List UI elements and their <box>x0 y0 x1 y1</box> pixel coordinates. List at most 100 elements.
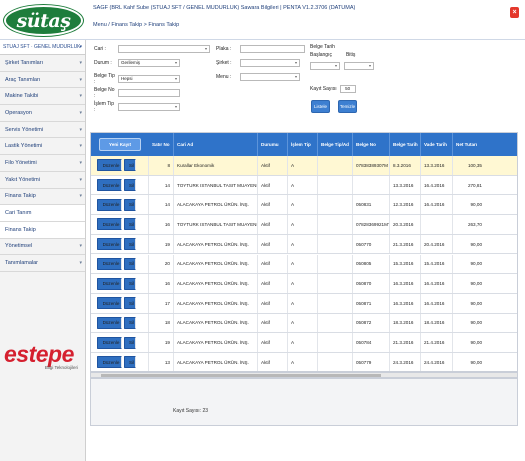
table-row[interactable]: Düzenle Sil 19 ALACAKAYA PETROL ÜRÜN. İNŞ. A… <box>91 234 517 255</box>
delete-icon[interactable]: Sil <box>124 159 136 172</box>
plaka-label: Plaka : <box>216 46 232 52</box>
new-record-button[interactable]: Yeni Kayıt <box>99 138 141 151</box>
chevron-down-icon: ▾ <box>79 243 82 250</box>
row-actions: Düzenle Sil <box>91 156 149 175</box>
table-row[interactable]: Düzenle Sil 19 ALACAKAYA PETROL ÜRÜN. İNŞ. A… <box>91 333 517 353</box>
cell-cari-ad: ALACAKAYA PETROL ÜRÜN. İNŞ. <box>174 254 258 274</box>
cell-net-tutari: 90,00 <box>470 320 483 326</box>
col-net-tutari[interactable]: Net Tutarı <box>453 133 485 156</box>
delete-icon[interactable]: Sil <box>124 297 136 310</box>
estepe-logo: estepe Bilgi Teknolojileri <box>4 343 82 371</box>
edit-button[interactable]: Düzenle <box>97 356 122 369</box>
kayit-sayisi-input[interactable]: 50 <box>339 85 356 93</box>
sidebar-subitem-cari-tanim[interactable]: Cari Tanım <box>0 205 85 222</box>
col-durumu[interactable]: Durumu <box>258 133 288 156</box>
edit-button[interactable]: Düzenle <box>97 218 122 231</box>
sidebar-item-yakit-yonetimi[interactable]: Yakıt Yönetimi ▾ <box>0 172 85 189</box>
calendar-icon: ▾ <box>334 63 337 68</box>
listele-button[interactable]: Listele <box>311 100 330 113</box>
islem-tip-select[interactable]: ▾ <box>118 103 180 111</box>
sidebar-item-yonetimsel[interactable]: Yönetimsel ▾ <box>0 239 85 256</box>
baslangic-date-input[interactable]: ▾ <box>310 62 340 70</box>
sutas-logo[interactable]: sütaş <box>4 5 83 36</box>
table-row[interactable]: Düzenle Sil 17 ALACAKAYA PETROL ÜRÜN. İNŞ. A… <box>91 293 517 314</box>
delete-icon[interactable]: Sil <box>124 179 136 192</box>
close-icon[interactable]: × <box>510 7 519 18</box>
col-belge-tarih[interactable]: Belge Tarih <box>390 133 421 156</box>
cell-satir-no: 19 <box>149 333 174 352</box>
cell-satir-no: 14 <box>149 175 174 195</box>
sirket-select[interactable]: ▾ <box>240 59 300 67</box>
sidebar-user[interactable]: STUAJ SFT · GENEL MUDURLUK ▾ <box>0 40 85 55</box>
sidebar-item-operasyon[interactable]: Operasyon ▾ <box>0 105 85 122</box>
edit-button[interactable]: Düzenle <box>97 297 122 310</box>
plaka-input[interactable] <box>240 45 305 53</box>
results-grid: Yeni Kayıt Satır No Cari Ad Durumu İşlem… <box>90 132 518 372</box>
edit-button[interactable]: Düzenle <box>97 198 122 211</box>
edit-button[interactable]: Düzenle <box>97 316 122 329</box>
table-row[interactable]: Düzenle Sil 16 ALACAKAYA PETROL ÜRÜN. İNŞ. A… <box>91 274 517 294</box>
date-range-labels: Başlangıç Bitiş <box>310 52 355 58</box>
table-row[interactable]: Düzenle Sil 14 TOYTURK ISTANBUL TASIT MUAYE… <box>91 175 517 196</box>
edit-button[interactable]: Düzenle <box>97 336 122 349</box>
sidebar-item-finans-takip[interactable]: Finans Takip ▾ <box>0 189 85 206</box>
table-row[interactable]: Düzenle Sil 18 ALACAKAYA PETROL ÜRÜN. İNŞ. A… <box>91 313 517 334</box>
table-row[interactable]: Düzenle Sil 14 ALACAKAYA PETROL ÜRÜN. İNŞ. A… <box>91 195 517 216</box>
durum-select[interactable]: Gerilemiş ▾ <box>118 59 180 67</box>
table-row[interactable]: Düzenle Sil 8 Kurallar Ekonomik Aktif A 078383… <box>91 156 517 176</box>
sidebar-item-label: Finans Takip <box>5 226 36 233</box>
table-row[interactable]: Düzenle Sil 20 ALACAKAYA PETROL ÜRÜN. İNŞ. A… <box>91 254 517 275</box>
belge-no-input[interactable] <box>118 89 180 97</box>
delete-icon[interactable]: Sil <box>124 277 136 290</box>
sidebar-item-servis-yonetimi[interactable]: Servis Yönetimi ▾ <box>0 122 85 139</box>
delete-icon[interactable]: Sil <box>124 218 136 231</box>
col-vade-tarih[interactable]: Vade Tarih <box>421 133 453 156</box>
menu-select[interactable]: ▾ <box>240 73 300 81</box>
delete-icon[interactable]: Sil <box>124 238 136 251</box>
sidebar-item-sirket-tanimlari[interactable]: Şirket Tanımları ▾ <box>0 55 85 72</box>
sidebar-item-lastik-yonetimi[interactable]: Lastik Yönetimi ▾ <box>0 138 85 156</box>
sidebar-item-arac-tanimlari[interactable]: Araç Tanımları ▾ <box>0 72 85 89</box>
scrollbar-thumb[interactable] <box>101 374 381 377</box>
delete-icon[interactable]: Sil <box>124 336 136 349</box>
sidebar-item-makine-takibi[interactable]: Makine Takibi ▾ <box>0 88 85 106</box>
kayit-sayisi-label: Kayıt Sayısı <box>310 86 337 92</box>
col-islem-tip[interactable]: İşlem Tip <box>288 133 318 156</box>
cell-satir-no: 20 <box>149 254 174 274</box>
filter-panel: Cari : ▾ Durum : Gerilemiş ▾ Belge Tip : … <box>86 40 525 132</box>
table-row[interactable]: Düzenle Sil 13 ALACAKAYA PETROL ÜRÜN. İNŞ. A… <box>91 353 517 371</box>
cell-cari-ad: TOYTURK ISTANBUL TASIT MUAYENE A. <box>174 215 258 234</box>
filter-menu: Menu : ▾ <box>216 73 300 81</box>
sidebar-item-tanimlamalar[interactable]: Tanımlamalar ▾ <box>0 255 85 272</box>
col-belge-no[interactable]: Belge No <box>353 133 390 156</box>
col-cari-ad[interactable]: Cari Ad <box>174 133 258 156</box>
delete-icon[interactable]: Sil <box>124 316 136 329</box>
table-row[interactable]: Düzenle Sil 16 TOYTURK ISTANBUL TASIT MUAYE… <box>91 215 517 235</box>
edit-button[interactable]: Düzenle <box>97 159 122 172</box>
cell-vade-tarih: 16.4.2016 <box>421 175 453 195</box>
delete-icon[interactable]: Sil <box>124 257 136 270</box>
sidebar: STUAJ SFT · GENEL MUDURLUK ▾ Şirket Tanı… <box>0 40 86 461</box>
col-satir-no[interactable]: Satır No <box>149 133 174 156</box>
row-actions: Düzenle Sil <box>91 313 149 333</box>
temizle-button[interactable]: Temizle <box>338 100 357 113</box>
breadcrumb[interactable]: Menu / Finans Takip > Finans Takip <box>93 22 179 28</box>
edit-button[interactable]: Düzenle <box>97 238 122 251</box>
delete-icon[interactable]: Sil <box>124 198 136 211</box>
logo-text: sütaş <box>16 9 71 32</box>
edit-button[interactable]: Düzenle <box>97 277 122 290</box>
col-belge-tip[interactable]: Belge Tip/Ad <box>318 133 353 156</box>
bitis-date-input[interactable]: ▾ <box>344 62 374 70</box>
edit-button[interactable]: Düzenle <box>97 257 122 270</box>
sidebar-item-filo-yonetimi[interactable]: Filo Yönetimi ▾ <box>0 155 85 172</box>
belge-tip-select[interactable]: Hepsi ▾ <box>118 75 180 83</box>
edit-button[interactable]: Düzenle <box>97 179 122 192</box>
sidebar-item-label: Servis Yönetimi <box>5 126 44 133</box>
cell-durumu: Aktif <box>258 234 288 254</box>
cari-select[interactable]: ▾ <box>118 45 210 53</box>
sidebar-subitem-finans-takip[interactable]: Finans Takip <box>0 221 85 239</box>
delete-icon[interactable]: Sil <box>124 356 136 369</box>
cell-vade-tarih: 16.4.2016 <box>421 293 453 313</box>
cell-durumu: Aktif <box>258 175 288 195</box>
cell-vade-tarih: 13.3.2016 <box>421 156 453 175</box>
